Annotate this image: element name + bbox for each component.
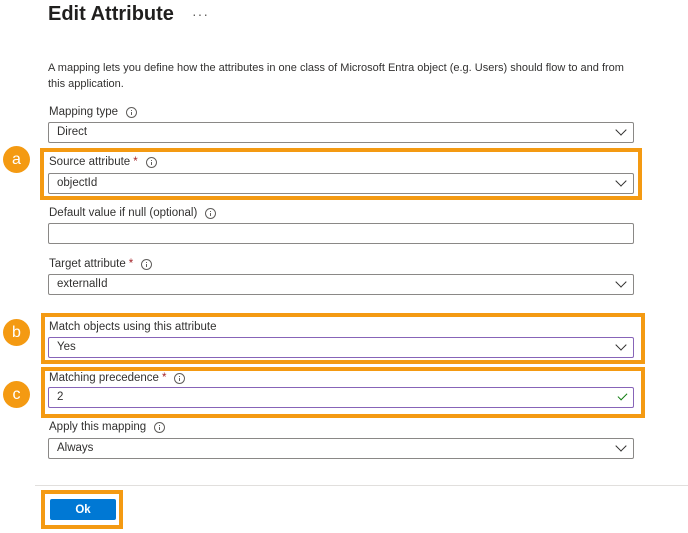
- info-icon[interactable]: [154, 421, 166, 433]
- description-text: A mapping lets you define how the attrib…: [48, 62, 624, 90]
- callout-badge-c: c: [3, 381, 30, 408]
- ok-button[interactable]: Ok: [50, 499, 116, 520]
- required-indicator: *: [161, 372, 167, 384]
- callout-badge-b: b: [3, 319, 30, 346]
- default-value-label: Default value if null (optional): [49, 207, 217, 219]
- info-icon[interactable]: [126, 106, 138, 118]
- chevron-down-icon: [615, 175, 627, 187]
- chevron-down-icon: [615, 124, 627, 136]
- source-attribute-dropdown[interactable]: objectId: [48, 173, 634, 194]
- target-attribute-dropdown[interactable]: externalId: [48, 274, 634, 295]
- apply-mapping-value: Always: [57, 442, 94, 454]
- source-attribute-value: objectId: [57, 177, 98, 189]
- matching-precedence-value: 2: [57, 391, 64, 403]
- mapping-type-value: Direct: [57, 126, 88, 138]
- mapping-type-dropdown[interactable]: Direct: [48, 122, 634, 143]
- target-attribute-value: externalId: [57, 278, 108, 290]
- matching-precedence-label-text: Matching precedence: [49, 372, 159, 384]
- default-value-input[interactable]: [48, 223, 634, 244]
- required-indicator: *: [133, 156, 138, 168]
- apply-mapping-label-text: Apply this mapping: [49, 421, 147, 433]
- more-options-icon[interactable]: ···: [192, 6, 209, 22]
- callout-badge-a: a: [3, 146, 30, 173]
- chevron-down-icon: [615, 440, 627, 452]
- mapping-type-label: Mapping type: [49, 106, 138, 118]
- info-icon[interactable]: [145, 156, 157, 168]
- matching-precedence-input[interactable]: 2: [48, 387, 634, 408]
- matching-precedence-label: Matching precedence *: [49, 372, 186, 384]
- footer-divider: [35, 485, 688, 486]
- required-indicator: *: [128, 258, 134, 270]
- match-objects-value: Yes: [57, 341, 76, 353]
- source-attribute-label: Source attribute *: [49, 156, 157, 168]
- match-objects-label: Match objects using this attribute: [49, 321, 216, 333]
- mapping-type-label-text: Mapping type: [49, 106, 119, 118]
- info-icon[interactable]: [141, 258, 153, 270]
- info-icon[interactable]: [205, 207, 217, 219]
- checkmark-icon: [617, 390, 628, 401]
- target-attribute-label-text: Target attribute: [49, 258, 126, 270]
- match-objects-dropdown[interactable]: Yes: [48, 337, 634, 358]
- match-objects-label-text: Match objects using this attribute: [49, 321, 217, 333]
- chevron-down-icon: [615, 276, 627, 288]
- source-attribute-label-text: Source attribute: [49, 156, 131, 168]
- apply-mapping-label: Apply this mapping: [49, 421, 166, 433]
- target-attribute-label: Target attribute *: [49, 258, 153, 270]
- apply-mapping-dropdown[interactable]: Always: [48, 438, 634, 459]
- page-title: Edit Attribute: [48, 3, 174, 25]
- info-icon[interactable]: [174, 372, 186, 384]
- default-value-label-text: Default value if null (optional): [49, 207, 198, 219]
- chevron-down-icon: [615, 339, 627, 351]
